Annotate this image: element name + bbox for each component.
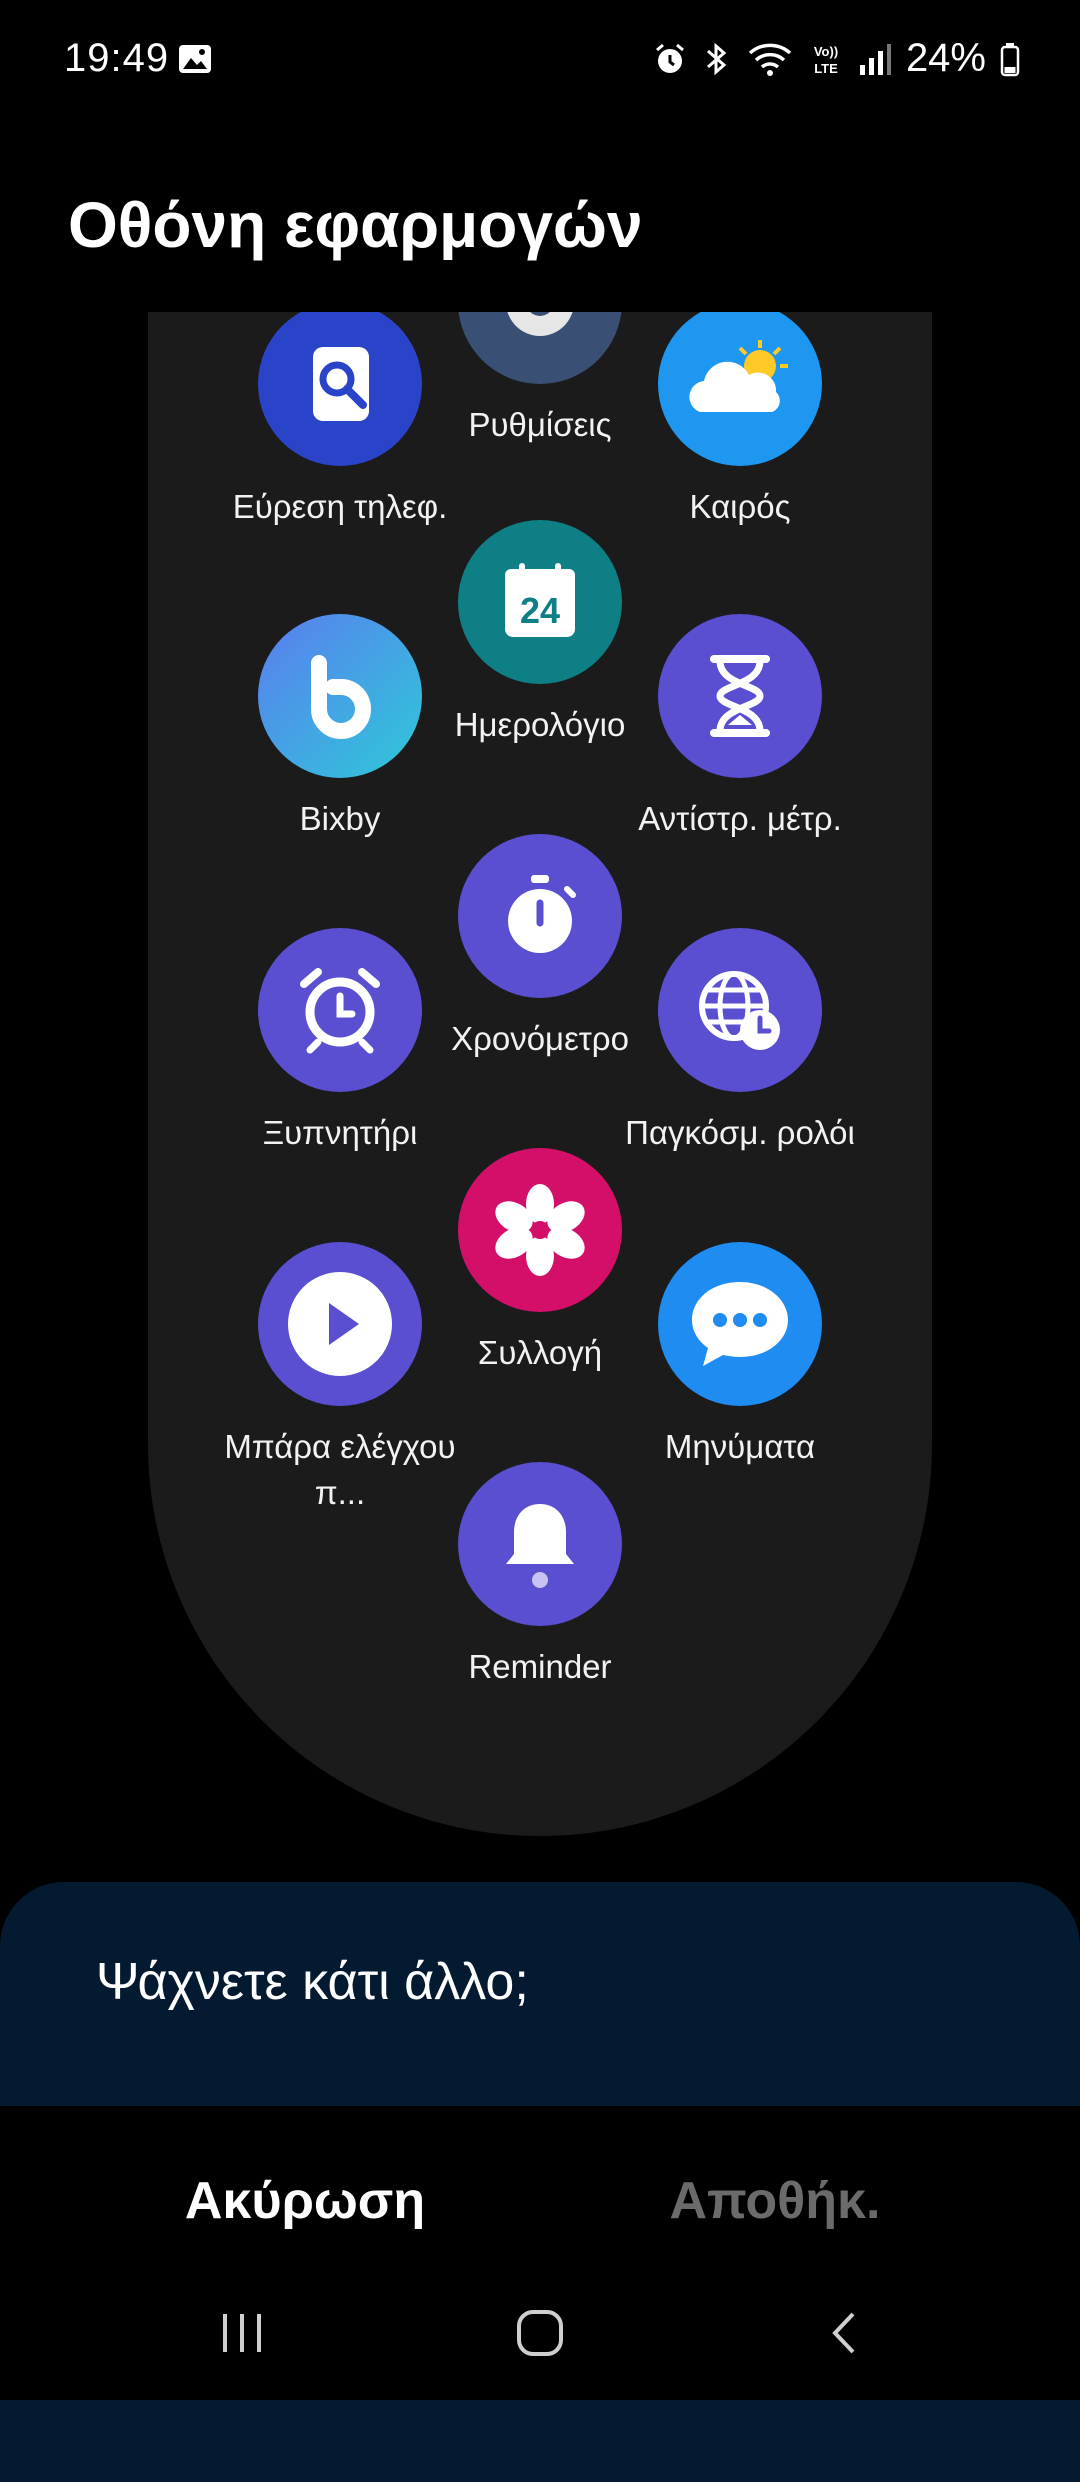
app-label: Reminder bbox=[468, 1648, 612, 1685]
alarm-clock-icon bbox=[258, 928, 422, 1092]
save-button[interactable]: Αποθήκ. bbox=[570, 2156, 980, 2246]
app-weather[interactable]: Καιρός bbox=[620, 312, 860, 530]
find-phone-icon bbox=[258, 312, 422, 466]
cancel-button[interactable]: Ακύρωση bbox=[100, 2156, 510, 2246]
battery-level: 24% bbox=[905, 36, 986, 80]
navigation-bar bbox=[0, 2270, 1080, 2400]
gallery-flower-icon bbox=[458, 1148, 622, 1312]
media-play-icon bbox=[258, 1242, 422, 1406]
volte-lte-icon: Vo)) LTE bbox=[814, 44, 838, 76]
alarm-icon bbox=[655, 43, 684, 73]
back-button[interactable] bbox=[786, 2288, 906, 2378]
recents-button[interactable] bbox=[182, 2288, 302, 2378]
home-button[interactable] bbox=[480, 2288, 600, 2378]
svg-text:LTE: LTE bbox=[814, 61, 838, 76]
app-reminder[interactable]: Reminder bbox=[420, 1462, 660, 1690]
bixby-icon bbox=[258, 614, 422, 778]
watch-apps-screen[interactable]: Ρυθμίσεις Εύρεση τηλεφ. Καιρός 24 Ημερολ… bbox=[148, 312, 932, 1836]
calendar-date-badge: 24 bbox=[520, 590, 560, 631]
world-clock-icon bbox=[658, 928, 822, 1092]
weather-icon bbox=[658, 312, 822, 466]
svg-text:Vo)): Vo)) bbox=[814, 44, 838, 59]
stopwatch-icon bbox=[458, 834, 622, 998]
app-bixby[interactable]: Bixby bbox=[220, 614, 460, 842]
page-title: Οθόνη εφαρμογών bbox=[68, 189, 643, 261]
battery-icon bbox=[1000, 42, 1020, 76]
calendar-icon: 24 bbox=[458, 520, 622, 684]
app-world-clock[interactable]: Παγκόσμ. ρολόι bbox=[620, 928, 860, 1156]
status-icons: Vo)) LTE 24% bbox=[652, 36, 1020, 81]
recents-icon bbox=[223, 2314, 261, 2352]
gallery-icon bbox=[179, 45, 211, 73]
app-find-phone[interactable]: Εύρεση τηλεφ. bbox=[220, 312, 460, 530]
hourglass-icon bbox=[658, 614, 822, 778]
back-icon bbox=[832, 2312, 855, 2354]
status-time: 19:49 bbox=[64, 36, 170, 80]
app-timer[interactable]: Αντίστρ. μέτρ. bbox=[620, 614, 860, 842]
home-icon bbox=[517, 2310, 563, 2356]
signal-icon bbox=[859, 43, 891, 75]
bell-icon bbox=[458, 1462, 622, 1626]
settings-gear-icon bbox=[458, 312, 622, 384]
messages-icon bbox=[658, 1242, 822, 1406]
app-alarm[interactable]: Ξυπνητήρι bbox=[220, 928, 460, 1156]
sheet-title: Ψάχνετε κάτι άλλο; bbox=[96, 1953, 529, 2011]
bluetooth-icon bbox=[706, 42, 727, 75]
app-messages[interactable]: Μηνύματα bbox=[620, 1242, 860, 1470]
status-bar: 19:49 Vo)) LTE 24% bbox=[0, 0, 1080, 120]
wifi-icon bbox=[748, 43, 792, 76]
